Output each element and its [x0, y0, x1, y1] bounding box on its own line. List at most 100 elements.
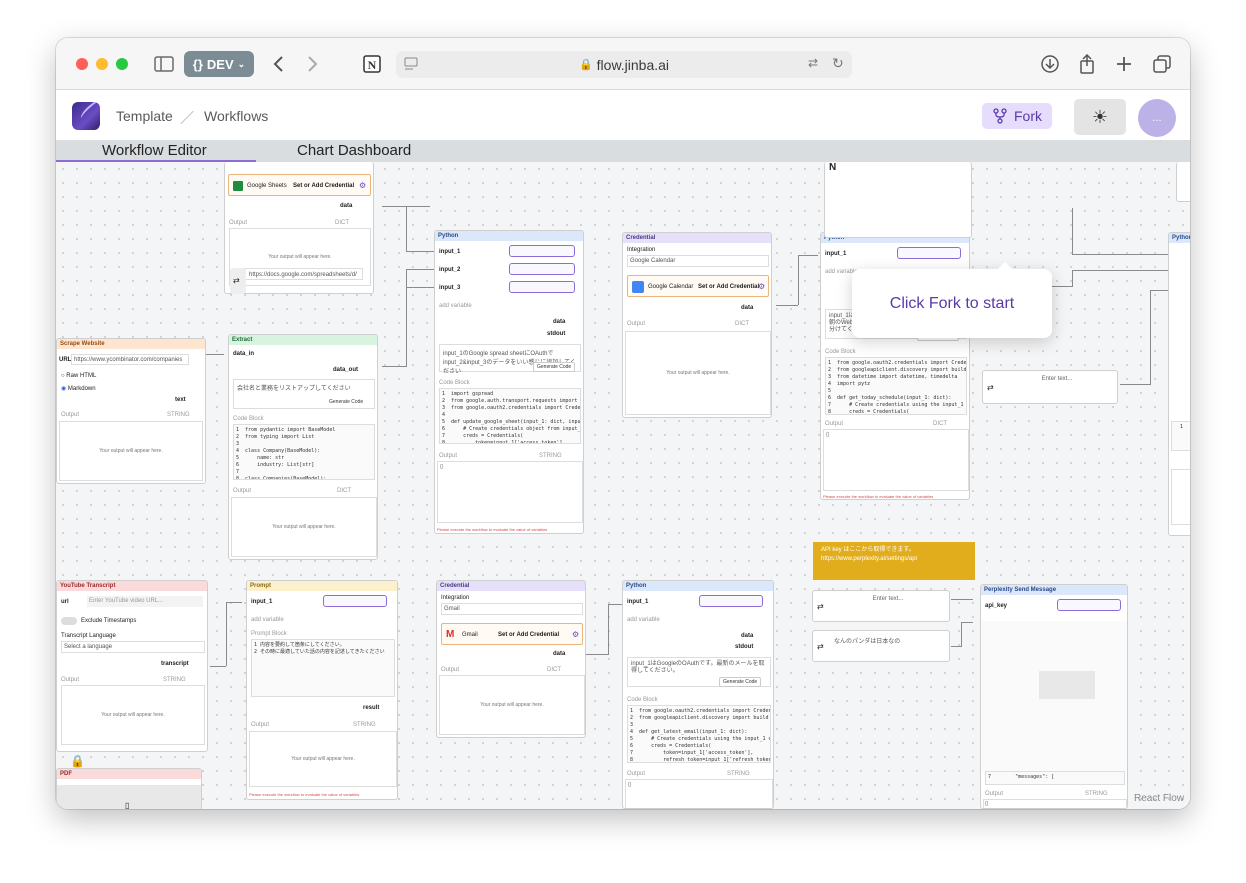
- prompt-node[interactable]: Prompt input_1 add variable Prompt Block…: [246, 580, 398, 800]
- forward-icon[interactable]: [301, 52, 325, 76]
- react-flow-attribution[interactable]: React Flow: [1134, 793, 1184, 804]
- gear-icon[interactable]: ⚙: [572, 630, 579, 639]
- output-type-select[interactable]: STRING: [727, 771, 750, 777]
- add-variable-button[interactable]: add variable: [251, 617, 284, 623]
- credential-box[interactable]: M Gmail Set or Add Credential ⚙: [441, 623, 583, 645]
- url-input[interactable]: https://www.ycombinator.com/companies: [71, 354, 189, 365]
- notion-node[interactable]: N: [824, 162, 972, 238]
- code-editor[interactable]: 1 from google.oauth2.credentials import …: [627, 705, 771, 763]
- exclude-timestamps-toggle[interactable]: [61, 617, 77, 625]
- avatar[interactable]: ...: [1138, 99, 1176, 137]
- code-editor[interactable]: 1 from google.oauth2.credentials import …: [825, 357, 967, 415]
- input-1-link[interactable]: [897, 247, 961, 259]
- python-node-3[interactable]: Python input_1 add variable data stdout …: [622, 580, 774, 809]
- note-link[interactable]: https://www.perplexity.ai/settings/api: [821, 555, 967, 564]
- prompt-editor[interactable]: 1 内容を要約して箇条にしてください。 2 その時に最適していた話の内容を記述して…: [251, 639, 395, 697]
- radio-markdown[interactable]: ◉ Markdown: [61, 385, 96, 392]
- generate-code-button[interactable]: Generate Code: [533, 362, 576, 372]
- notion-icon[interactable]: N: [360, 52, 384, 76]
- radio-raw-html[interactable]: ○ Raw HTML: [61, 373, 96, 379]
- tab-overview-icon[interactable]: [1150, 52, 1174, 76]
- code-editor[interactable]: 1 import gspread 2 from google.auth.tran…: [439, 388, 581, 444]
- theme-toggle-button[interactable]: ☀: [1074, 99, 1126, 135]
- youtube-transcript-node[interactable]: YouTube Transcript url Enter YouTube vid…: [56, 580, 208, 752]
- python-node-1[interactable]: Python input_1 input_2 input_3 add varia…: [434, 230, 584, 534]
- lock-icon[interactable]: 🔒: [70, 754, 85, 768]
- tab-chart-dashboard[interactable]: Chart Dashboard: [297, 142, 411, 159]
- text-input[interactable]: Enter text...: [831, 593, 945, 619]
- output-type-select[interactable]: STRING: [1085, 791, 1108, 797]
- extract-node[interactable]: Extract data_in data_out 会社名と業務をリストアップして…: [228, 334, 378, 560]
- text-input-node-2[interactable]: ⇄ Enter text...: [812, 590, 950, 622]
- set-credential-button[interactable]: Set or Add Credential: [498, 632, 559, 638]
- breadcrumb-workflows[interactable]: Workflows: [204, 108, 268, 124]
- integration-select[interactable]: Google Calendar: [627, 255, 769, 267]
- fork-button[interactable]: Fork: [982, 103, 1052, 129]
- zoom-window-button[interactable]: [116, 58, 128, 70]
- close-window-button[interactable]: [76, 58, 88, 70]
- text-input[interactable]: Enter text...: [1001, 373, 1113, 401]
- translate-handle[interactable]: ⇄: [230, 268, 246, 294]
- youtube-url-input[interactable]: Enter YouTube video URL...: [87, 596, 203, 607]
- output-type-select[interactable]: STRING: [167, 412, 190, 418]
- code-editor[interactable]: 1 from pydantic import BaseModel 2 from …: [233, 424, 375, 480]
- output-type-select[interactable]: DICT: [547, 667, 561, 673]
- lock-icon: 🔒: [578, 59, 593, 71]
- output-type-select[interactable]: DICT: [337, 488, 351, 494]
- pdf-node[interactable]: PDF ▯: [56, 768, 202, 809]
- input-2-link[interactable]: [509, 263, 575, 275]
- text-input[interactable]: なんのパンダは日本なの: [831, 633, 945, 659]
- code-editor[interactable]: 7 "messages": [: [985, 771, 1125, 785]
- input-1-link[interactable]: [323, 595, 387, 607]
- reload-icon[interactable]: ↻: [832, 55, 844, 72]
- set-credential-button[interactable]: Set or Add Credential: [293, 183, 354, 189]
- input-1-link[interactable]: [699, 595, 763, 607]
- sidebar-toggle-icon[interactable]: [152, 52, 176, 76]
- credential-box[interactable]: Google Calendar Set or Add Credential ⚙: [627, 275, 769, 297]
- output-type-select[interactable]: STRING: [353, 722, 376, 728]
- perplexity-send-message-node[interactable]: Perplexity Send Message api_key 7 "messa…: [980, 584, 1128, 809]
- output-type-select[interactable]: DICT: [735, 321, 749, 327]
- pdf-upload-area[interactable]: ▯: [57, 785, 201, 809]
- add-variable-button[interactable]: add variable: [439, 303, 472, 309]
- text-input-node-1[interactable]: ⇄ Enter text...: [982, 370, 1118, 404]
- credential-gmail-node[interactable]: Credential Integration Gmail M Gmail Set…: [436, 580, 586, 738]
- input-1-link[interactable]: [509, 245, 575, 257]
- credential-box[interactable]: Google Sheets Set or Add Credential ⚙: [228, 174, 371, 196]
- workflow-canvas[interactable]: Google Sheets Set or Add Credential ⚙ da…: [56, 162, 1190, 809]
- generate-code-button[interactable]: Generate Code: [326, 398, 367, 406]
- translate-icon[interactable]: ⇄: [808, 56, 818, 70]
- generate-code-button[interactable]: Generate Code: [719, 677, 762, 687]
- address-bar[interactable]: 🔒 flow.jinba.ai ⇄ ↻: [396, 51, 852, 78]
- gear-icon[interactable]: ⚙: [359, 181, 366, 190]
- spreadsheet-url-input[interactable]: https://docs.google.com/spreadsheets/d/: [245, 268, 363, 280]
- output-type-select[interactable]: STRING: [539, 453, 562, 459]
- breadcrumb-template[interactable]: Template: [116, 108, 173, 124]
- api-key-link[interactable]: [1057, 599, 1121, 611]
- back-icon[interactable]: [266, 52, 290, 76]
- google-sheets-credential-node[interactable]: Google Sheets Set or Add Credential ⚙ da…: [224, 162, 374, 294]
- code-editor[interactable]: 1: [1171, 421, 1190, 451]
- set-credential-button[interactable]: Set or Add Credential: [698, 284, 759, 290]
- edge: [226, 602, 242, 603]
- language-select[interactable]: Select a language: [61, 641, 205, 653]
- credential-calendar-node[interactable]: Credential Integration Google Calendar G…: [622, 232, 772, 418]
- share-icon[interactable]: [1075, 52, 1099, 76]
- output-type-select[interactable]: DICT: [933, 421, 947, 427]
- scrape-website-node[interactable]: Scrape Website URL https://www.ycombinat…: [56, 338, 206, 484]
- minimize-window-button[interactable]: [96, 58, 108, 70]
- jinba-logo[interactable]: [72, 102, 100, 130]
- downloads-icon[interactable]: [1038, 52, 1062, 76]
- text-input-node-3[interactable]: ⇄ なんのパンダは日本なの: [812, 630, 950, 662]
- output-type-select[interactable]: DICT: [335, 220, 349, 226]
- dev-tab-group-button[interactable]: {} DEV ⌄: [184, 51, 254, 77]
- gear-icon[interactable]: ⚙: [758, 282, 765, 291]
- new-tab-icon[interactable]: [1112, 52, 1136, 76]
- add-variable-button[interactable]: add variable: [627, 617, 660, 623]
- output-type-select[interactable]: STRING: [163, 677, 186, 683]
- input-3-link[interactable]: [509, 281, 575, 293]
- integration-select[interactable]: Gmail: [441, 603, 583, 615]
- python-node-4[interactable]: Python 1: [1168, 232, 1190, 536]
- tab-workflow-editor[interactable]: Workflow Editor: [102, 142, 207, 159]
- extract-prompt-input[interactable]: 会社名と業務をリストアップしてください Generate Code: [233, 379, 375, 409]
